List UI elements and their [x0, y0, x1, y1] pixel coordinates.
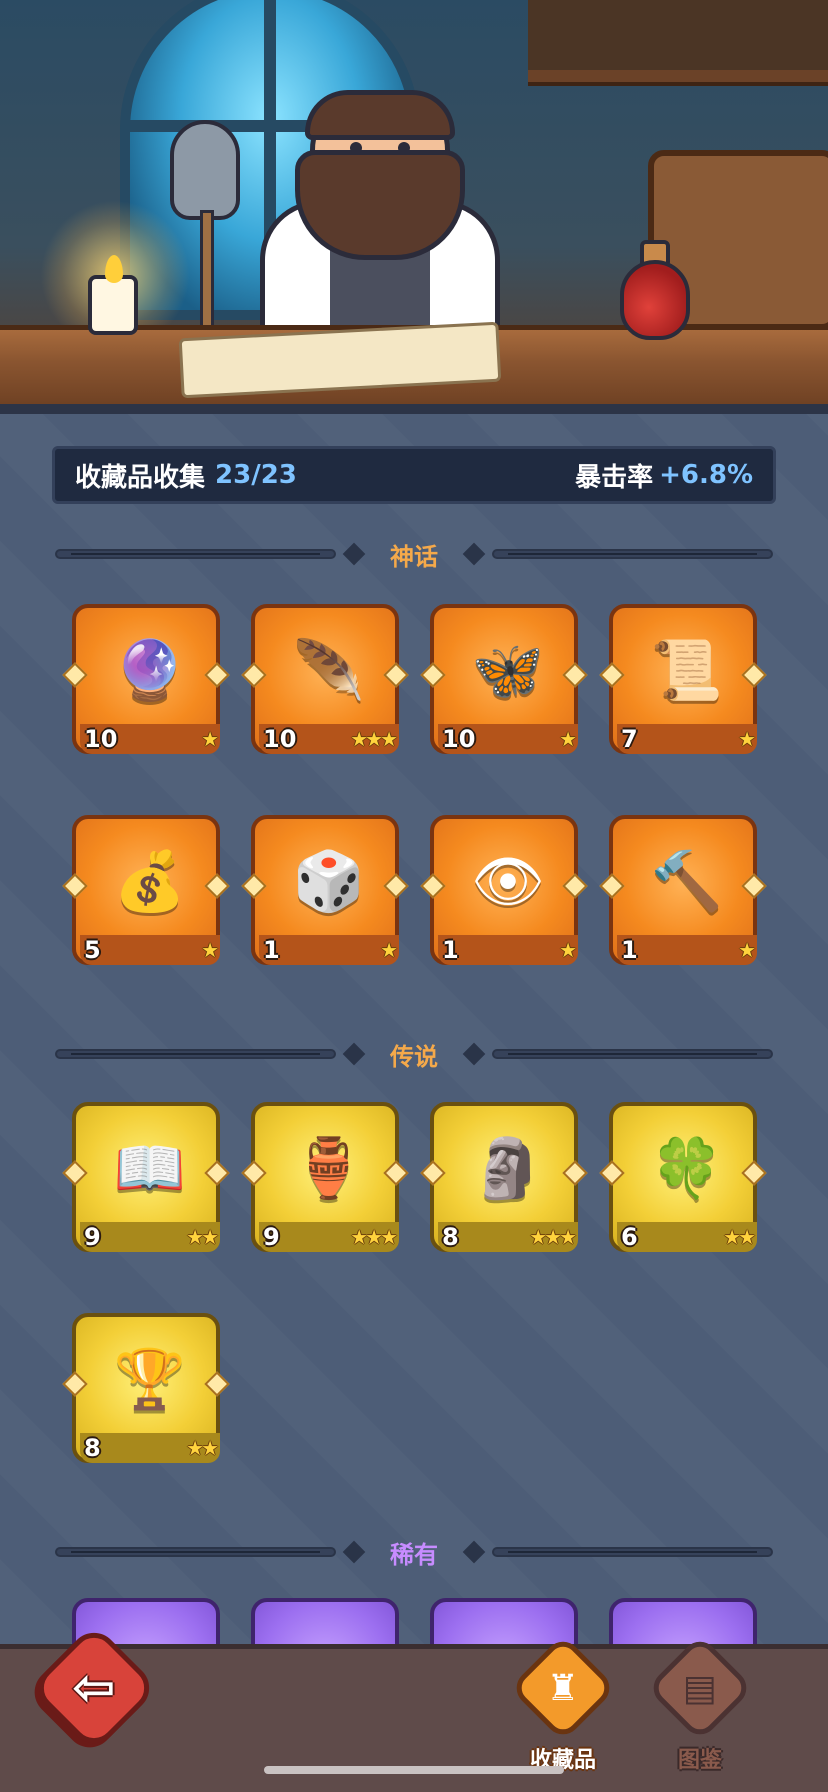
red-potion-icon	[620, 260, 690, 340]
mythic-item-card[interactable]: 繁荣之声 🔮 10 ★	[62, 604, 230, 788]
golden-hammer-icon: 🔨	[650, 847, 724, 915]
section-title-rare: 稀有	[390, 1540, 438, 1569]
mythic-item-card[interactable]: 妖精的话筒 🦋 10 ★	[420, 604, 588, 788]
item-level: 10	[442, 725, 476, 753]
diamond-icon	[462, 1540, 486, 1564]
tribal-totem-icon: 🗿	[471, 1134, 545, 1202]
fairy-microphone-icon: 🦋	[471, 636, 545, 704]
legend-item-card[interactable]: 部落图腾 🗿 8 ★★★	[420, 1102, 588, 1286]
star-icon: ★★	[186, 1436, 219, 1460]
item-level: 7	[621, 725, 638, 753]
item-level: 8	[442, 1223, 459, 1251]
crit-rate-label: 暴击率	[575, 462, 654, 493]
dice-icon: 🎲	[292, 847, 366, 915]
mythic-item-card[interactable]: 贤者的牧笛 🪶 10 ★★★	[241, 604, 409, 788]
diamond-icon	[462, 1042, 486, 1066]
star-icon: ★	[559, 938, 577, 962]
dwarf-shopkeeper	[250, 90, 510, 340]
codex-icon: ▤	[682, 1667, 718, 1709]
golden-urn-icon: 🏺	[292, 1134, 366, 1202]
section-header-rare: 稀有	[55, 1534, 773, 1570]
mythic-item-card[interactable]: 保险箱 💰 5 ★	[62, 815, 230, 999]
glowing-orb-icon: 🔮	[113, 636, 187, 704]
star-icon: ★	[380, 938, 398, 962]
star-icon: ★	[201, 938, 219, 962]
collection-icon: ♜	[546, 1667, 580, 1709]
back-arrow-icon: ⇦	[72, 1657, 116, 1718]
feather-flute-icon: 🪶	[292, 636, 366, 704]
tab-codex-label: 图鉴	[677, 1748, 722, 1773]
mythic-item-card[interactable]: 保全协议 📜 7 ★	[599, 604, 767, 788]
star-icon: ★	[738, 938, 756, 962]
open-book-icon: 📖	[113, 1134, 187, 1202]
legend-item-card[interactable]: 四叶草冠冕 🍀 6 ★★	[599, 1102, 767, 1286]
diamond-icon	[462, 542, 486, 566]
legend-item-card[interactable]: 黄金瓮 🏺 9 ★★★	[241, 1102, 409, 1286]
mythic-item-card[interactable]: 恶魔典籍 👁 1 ★	[420, 815, 588, 999]
collection-summary-bar: 收藏品收集 23/23 暴击率 +6.8%	[52, 446, 776, 504]
star-icon: ★★	[186, 1225, 219, 1249]
mythic-item-card[interactable]: 多面骰子 🎲 1 ★	[241, 815, 409, 999]
star-icon: ★★	[723, 1225, 756, 1249]
shelf	[528, 70, 828, 86]
item-level: 1	[442, 936, 459, 964]
item-level: 9	[263, 1223, 280, 1251]
legend-item-card[interactable]: 圣杯 🏆 8 ★★	[62, 1313, 230, 1497]
item-level: 8	[84, 1434, 101, 1462]
star-icon: ★	[559, 727, 577, 751]
shelf-back	[528, 0, 828, 70]
section-header-legend: 传说	[55, 1036, 773, 1072]
diamond-icon	[342, 542, 366, 566]
legend-item-card[interactable]: 启示录 📖 9 ★★	[62, 1102, 230, 1286]
shovel-icon	[170, 120, 240, 220]
home-indicator	[264, 1766, 564, 1774]
contract-scroll-icon: 📜	[650, 636, 724, 704]
clover-crown-icon: 🍀	[650, 1134, 724, 1202]
mythic-item-card[interactable]: 黄金锤子 🔨 1 ★	[599, 815, 767, 999]
treasure-chest-icon: 💰	[113, 847, 187, 915]
diamond-icon	[342, 1540, 366, 1564]
section-title-legend: 传说	[390, 1042, 438, 1071]
diamond-icon	[342, 1042, 366, 1066]
item-level: 10	[84, 725, 118, 753]
star-icon: ★★★	[529, 1225, 577, 1249]
item-level: 9	[84, 1223, 101, 1251]
item-level: 1	[621, 936, 638, 964]
item-level: 10	[263, 725, 297, 753]
shop-scene-illustration	[0, 0, 828, 410]
section-header-mythic: 神话	[55, 536, 773, 572]
collection-count: 23/23	[215, 460, 297, 490]
star-icon: ★★★	[350, 1225, 398, 1249]
item-level: 5	[84, 936, 101, 964]
grail-icon: 🏆	[113, 1345, 187, 1413]
crit-rate-value: +6.8%	[659, 460, 753, 490]
collection-title: 收藏品收集	[75, 462, 206, 493]
candle-icon	[88, 275, 138, 335]
tab-codex[interactable]: ▤ 图鉴	[645, 1634, 755, 1780]
divider	[0, 404, 828, 414]
demon-book-icon: 👁	[471, 847, 545, 915]
star-icon: ★★★	[350, 727, 398, 751]
item-level: 6	[621, 1223, 638, 1251]
section-title-mythic: 神话	[390, 542, 438, 571]
item-level: 1	[263, 936, 280, 964]
star-icon: ★	[738, 727, 756, 751]
tab-collection[interactable]: ♜ 收藏品	[508, 1634, 618, 1780]
star-icon: ★	[201, 727, 219, 751]
